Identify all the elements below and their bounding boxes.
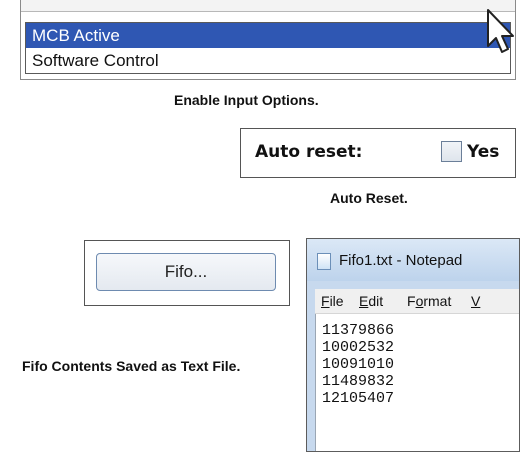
auto-reset-checkbox-label[interactable]: Yes	[467, 142, 499, 162]
auto-reset-checkbox[interactable]	[441, 141, 462, 162]
fifo-button-panel: Fifo...	[84, 240, 290, 306]
mouse-pointer-icon	[487, 9, 514, 53]
option-software-control[interactable]: Software Control	[26, 48, 510, 73]
menu-format[interactable]: Format	[407, 293, 451, 309]
notepad-file-icon	[317, 253, 331, 270]
notepad-menubar: File Edit Format V	[315, 289, 519, 314]
notepad-text-area[interactable]: 11379866 10002532 10091010 11489832 1210…	[315, 314, 519, 451]
text-line: 10002532	[322, 339, 395, 356]
text-line: 10091010	[322, 356, 395, 373]
text-line: 11489832	[322, 373, 395, 390]
auto-reset-panel: Auto reset: Yes	[240, 128, 516, 178]
fifo-button[interactable]: Fifo...	[96, 253, 276, 291]
notepad-titlebar[interactable]: Fifo1.txt - Notepad	[307, 239, 519, 281]
notepad-title: Fifo1.txt - Notepad	[339, 252, 463, 269]
enable-input-option-list[interactable]: MCB Active Software Control	[25, 22, 511, 74]
caption-auto-reset: Auto Reset.	[330, 190, 408, 206]
notepad-window: Fifo1.txt - Notepad File Edit Format V 1…	[306, 238, 520, 452]
text-line: 11379866	[322, 322, 395, 339]
menu-view[interactable]: V	[471, 293, 480, 309]
menu-file[interactable]: File	[321, 293, 344, 309]
text-line: 12105407	[322, 390, 395, 407]
menu-edit[interactable]: Edit	[359, 293, 383, 309]
dropdown-top-edge	[21, 0, 515, 12]
enable-input-dropdown[interactable]: MCB Active Software Control	[20, 0, 516, 80]
auto-reset-label: Auto reset:	[255, 142, 363, 162]
caption-fifo-contents: Fifo Contents Saved as Text File.	[22, 358, 241, 374]
option-mcb-active[interactable]: MCB Active	[26, 23, 510, 48]
caption-enable-input-options: Enable Input Options.	[174, 92, 319, 108]
